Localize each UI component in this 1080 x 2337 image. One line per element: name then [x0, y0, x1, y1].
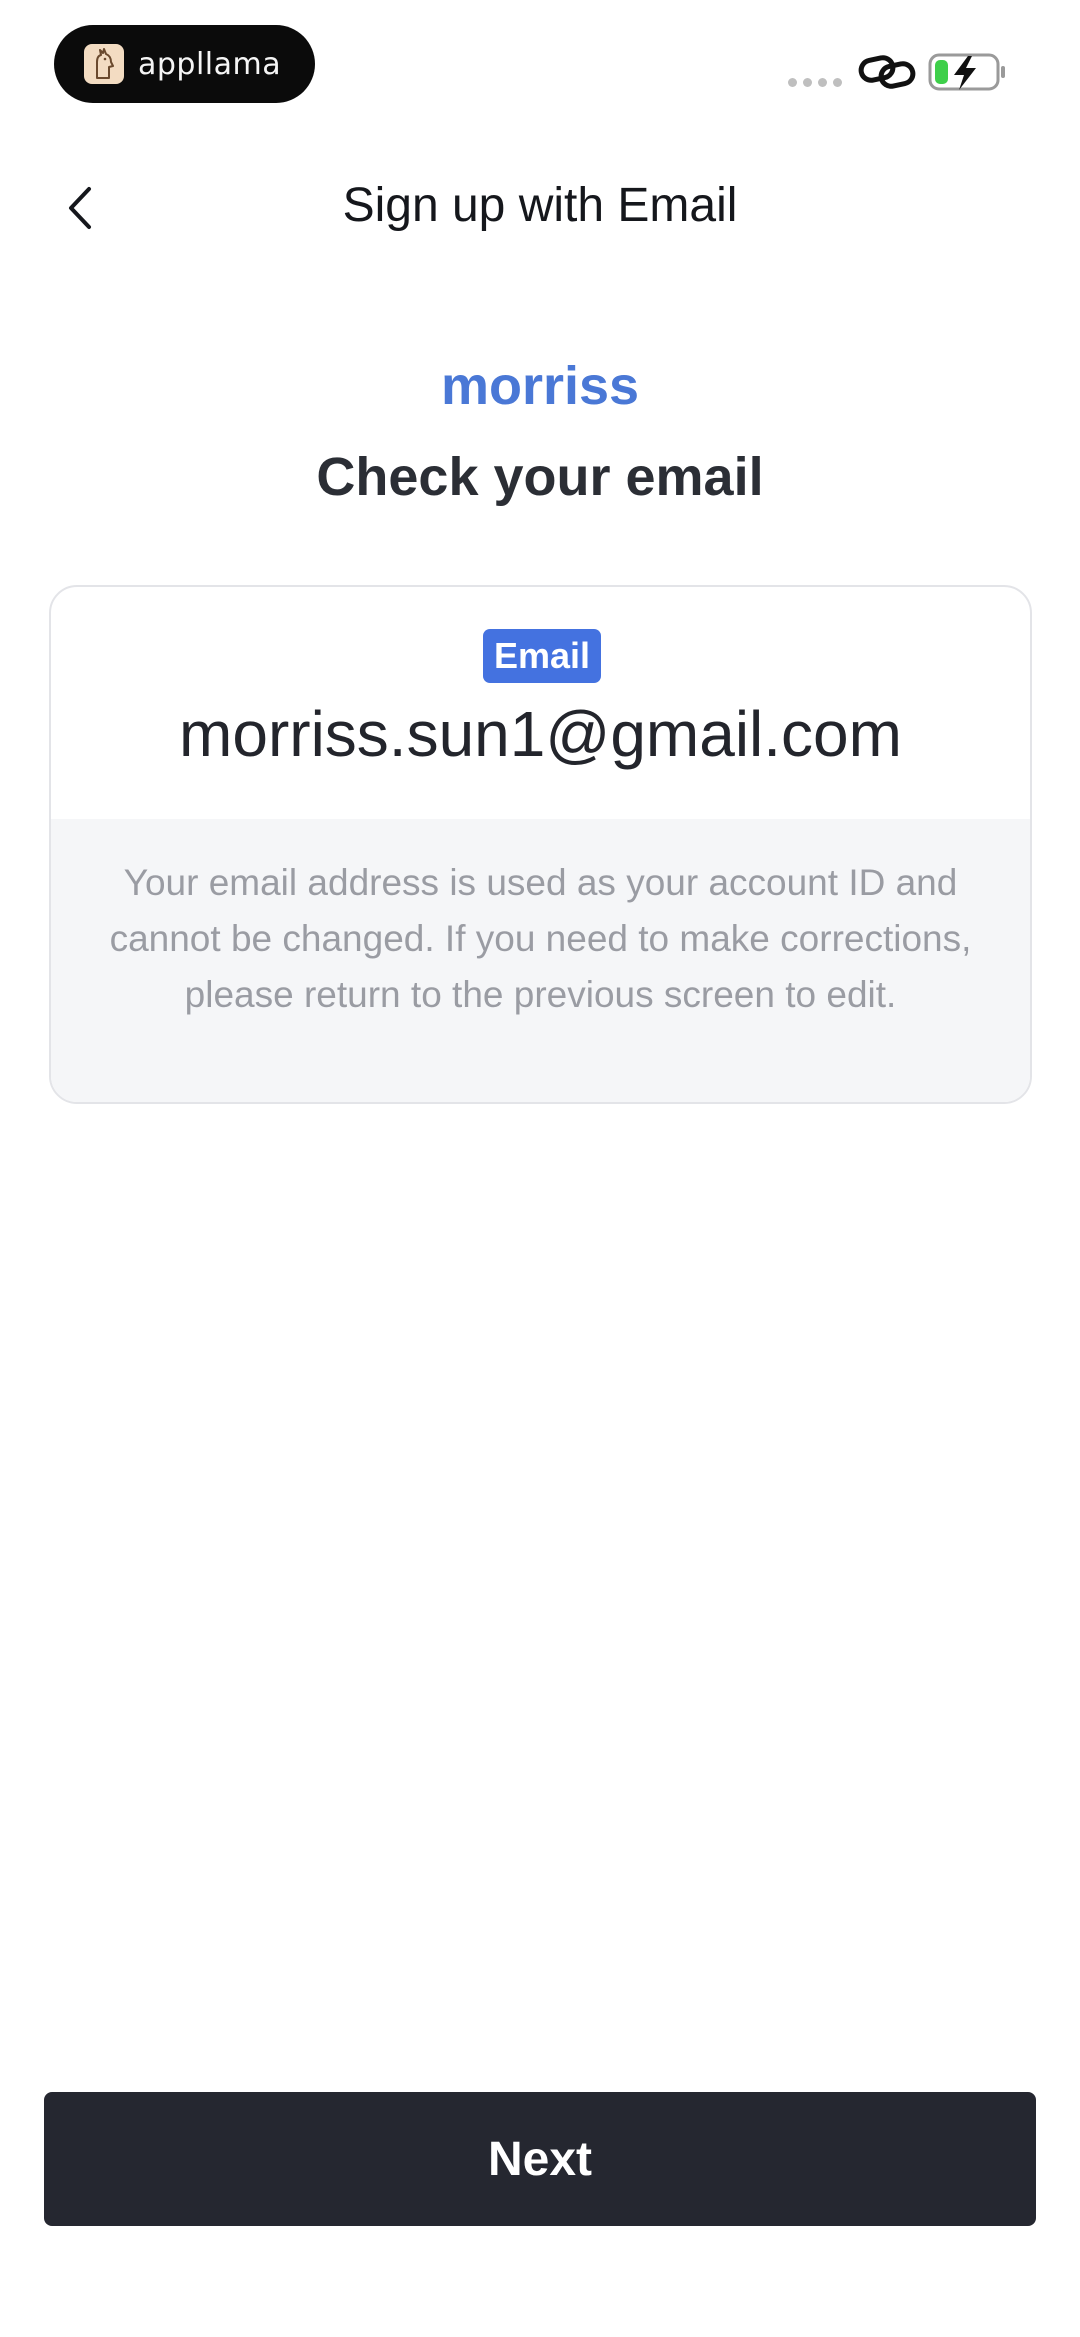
username-label: morriss	[440, 356, 640, 416]
signal-dots-icon	[788, 78, 842, 87]
email-card-header: Email morriss.sun1@gmail.com	[51, 587, 1030, 819]
link-icon	[858, 52, 916, 97]
app-indicator-pill[interactable]: appllama	[54, 25, 315, 103]
next-button[interactable]: Next	[44, 2092, 1036, 2226]
battery-charging-icon	[928, 50, 1008, 99]
navigation-bar: Sign up with Email	[0, 150, 1080, 270]
app-name: appllama	[138, 46, 282, 82]
llama-logo-icon	[84, 44, 124, 84]
status-bar: appllama	[0, 0, 1080, 130]
check-email-heading: Check your email	[316, 447, 764, 507]
email-confirmation-card: Email morriss.sun1@gmail.com Your email …	[49, 585, 1032, 1104]
email-badge: Email	[483, 629, 601, 683]
page-title: Sign up with Email	[342, 179, 738, 232]
email-notice: Your email address is used as your accou…	[51, 819, 1030, 1102]
email-address: morriss.sun1@gmail.com	[179, 698, 902, 770]
